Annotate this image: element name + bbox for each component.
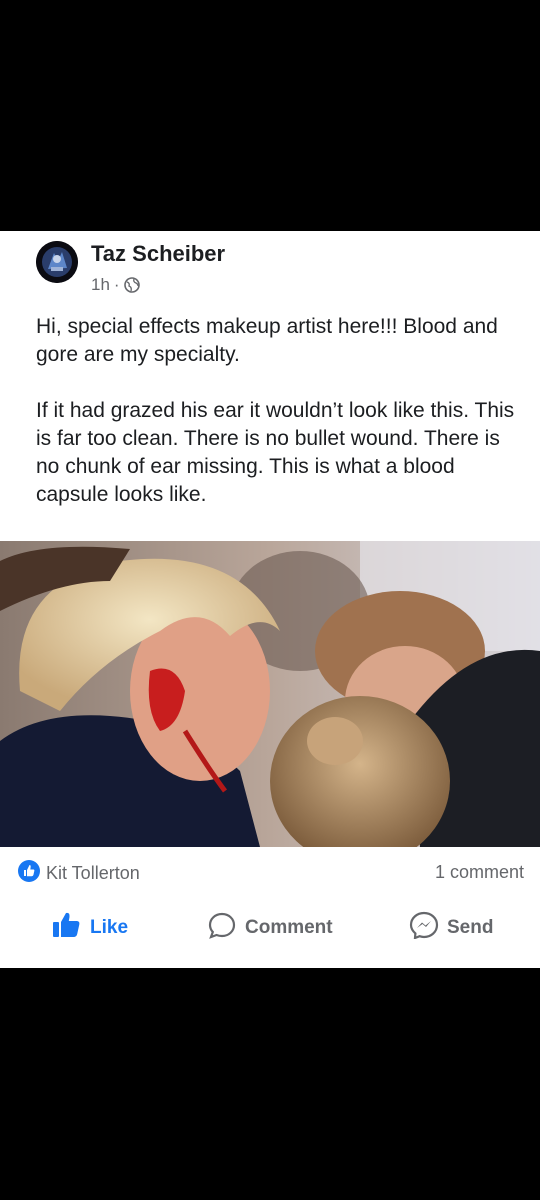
like-label: Like [90, 917, 129, 938]
reactor-name: Kit Tollerton [46, 863, 140, 883]
send-button[interactable]: Send [409, 911, 493, 945]
post-photo[interactable] [0, 541, 540, 847]
post-paragraph: Hi, special effects makeup artist here!!… [36, 315, 498, 366]
send-label: Send [447, 917, 494, 938]
like-reaction-icon [18, 860, 40, 887]
reactions-summary[interactable]: Kit Tollerton [18, 860, 140, 887]
post-paragraph: If it had grazed his ear it wouldn’t loo… [36, 399, 515, 506]
comment-label: Comment [245, 917, 333, 938]
post-text: Hi, special effects makeup artist here!!… [36, 313, 516, 509]
meta-separator: · [113, 275, 120, 294]
post-meta: 1h · [91, 275, 140, 295]
post-card: Taz Scheiber 1h · Hi, special effects ma… [0, 231, 540, 968]
author-name[interactable]: Taz Scheiber [91, 241, 225, 267]
like-button[interactable]: Like [52, 911, 128, 945]
comment-count[interactable]: 1 comment [435, 862, 524, 883]
messenger-icon [409, 911, 439, 945]
post-time[interactable]: 1h [91, 275, 110, 295]
globe-icon [123, 277, 140, 293]
action-bar: Like Comment Send [0, 911, 540, 951]
avatar[interactable] [36, 241, 78, 283]
thumbs-up-icon [52, 911, 82, 945]
comment-icon [207, 911, 237, 945]
comment-button[interactable]: Comment [207, 911, 333, 945]
